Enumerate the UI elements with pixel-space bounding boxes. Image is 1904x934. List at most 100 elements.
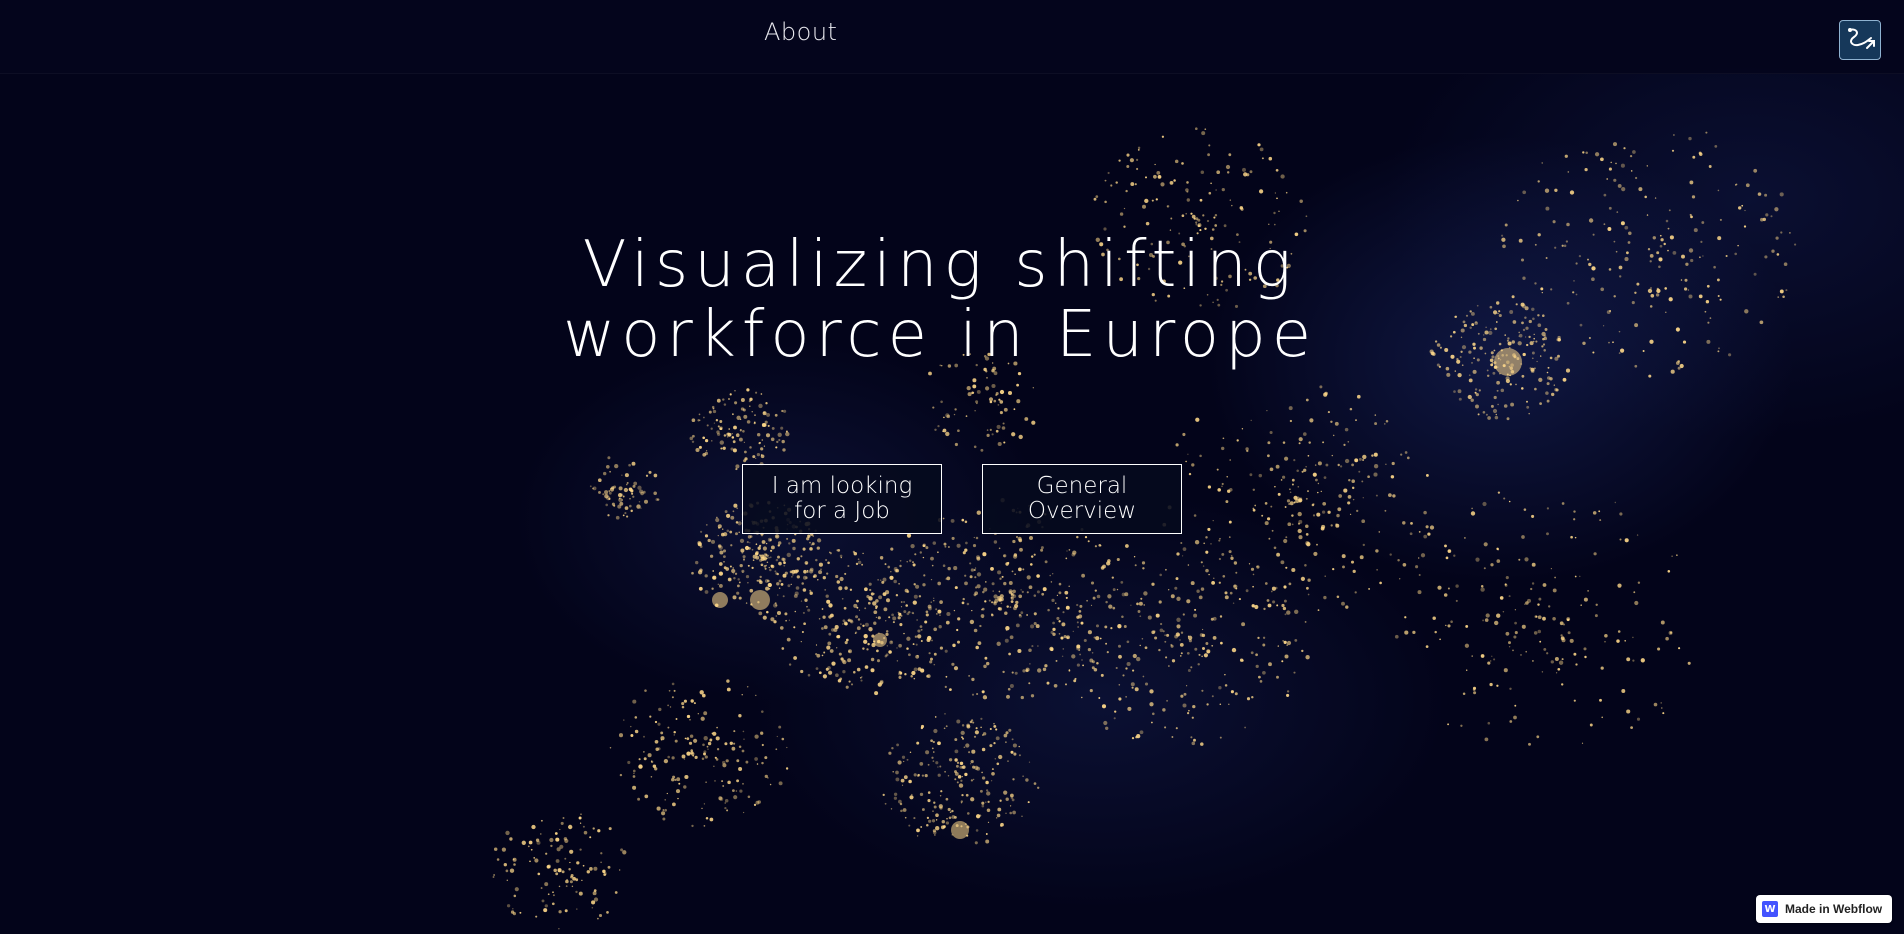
city-light (1617, 583, 1622, 588)
hero-title: Visualizing shifting workforce in Europe (460, 230, 1420, 370)
made-in-webflow-badge[interactable]: W Made in Webflow (1756, 895, 1892, 923)
city-light (847, 564, 850, 568)
city-light (1557, 667, 1561, 671)
city-light (1647, 248, 1651, 251)
city-light (1076, 535, 1079, 539)
city-light (1402, 521, 1406, 525)
city-light (1115, 181, 1118, 184)
city-light (965, 793, 969, 797)
city-light (607, 865, 611, 869)
city-light (1258, 473, 1263, 478)
city-light (774, 570, 777, 573)
city-light (1011, 671, 1014, 674)
city-light (961, 765, 965, 769)
city-light (754, 414, 756, 416)
city-light (931, 564, 934, 567)
city-light (937, 581, 942, 586)
city-light (1000, 822, 1004, 827)
city-light (736, 759, 740, 763)
city-light (1554, 388, 1558, 392)
city-light (774, 534, 780, 539)
city-light (1274, 192, 1277, 194)
city-light (1541, 162, 1543, 164)
city-light (1304, 564, 1307, 567)
city-light (1228, 703, 1230, 706)
city-light (746, 420, 751, 424)
city-light (935, 819, 938, 821)
city-light (1653, 702, 1658, 707)
city-light (1105, 600, 1108, 604)
city-light (947, 545, 950, 549)
city-light (1072, 630, 1074, 633)
city-light (707, 538, 711, 543)
city-light (1073, 679, 1077, 683)
city-light (997, 404, 1000, 406)
city-light (1151, 630, 1156, 635)
city-light (1557, 354, 1560, 358)
city-light (857, 560, 862, 565)
city-light (756, 432, 761, 437)
city-light (855, 615, 859, 619)
city-light (1472, 369, 1477, 374)
city-light (1513, 715, 1517, 720)
city-light (1561, 502, 1565, 505)
city-light (1083, 638, 1087, 643)
city-light (1042, 587, 1047, 592)
city-light (827, 561, 830, 565)
nav-about-link[interactable]: About (764, 18, 837, 46)
city-light (657, 722, 661, 726)
city-light (1626, 709, 1631, 714)
job-search-button[interactable]: I am looking for a Job (742, 464, 942, 534)
general-overview-button[interactable]: General Overview (982, 464, 1182, 534)
city-light (1544, 188, 1550, 193)
city-light (975, 727, 978, 730)
city-light (870, 592, 874, 596)
city-light (1262, 636, 1266, 639)
city-light (1579, 575, 1581, 577)
city-light (708, 410, 712, 414)
city-light (1007, 561, 1010, 565)
city-light (893, 792, 898, 796)
city-light (786, 637, 791, 642)
city-light (1064, 683, 1068, 686)
city-light (1704, 310, 1707, 313)
city-light (591, 906, 594, 909)
city-light (611, 502, 615, 506)
city-light (1600, 157, 1604, 162)
city-light (501, 847, 507, 852)
route-logo-icon[interactable] (1839, 20, 1881, 60)
city-light (1221, 485, 1223, 488)
city-light (996, 813, 1001, 818)
city-light (1307, 490, 1309, 493)
city-light (933, 663, 936, 666)
city-light (1737, 244, 1739, 247)
city-light (917, 773, 920, 777)
city-light (1151, 199, 1154, 202)
city-light (986, 791, 991, 796)
city-light (1572, 291, 1575, 294)
city-light (974, 410, 976, 412)
city-light (559, 844, 564, 849)
city-light (1453, 554, 1456, 557)
city-light (964, 520, 968, 524)
city-light (727, 432, 730, 436)
city-light (1502, 611, 1505, 613)
city-light (644, 794, 649, 799)
city-light (1230, 690, 1234, 694)
city-light (749, 588, 754, 593)
city-light (809, 567, 814, 572)
city-light (1319, 385, 1323, 389)
city-light (1052, 621, 1055, 625)
city-light (1212, 519, 1214, 522)
city-light (1298, 499, 1302, 503)
city-light (656, 806, 661, 811)
city-light (912, 643, 915, 646)
city-light (1183, 692, 1187, 696)
city-light (1494, 620, 1499, 626)
city-light (1518, 333, 1523, 338)
city-light (755, 800, 760, 805)
city-light (1190, 736, 1193, 739)
city-light (1282, 475, 1286, 479)
city-light (1490, 363, 1494, 367)
city-light (809, 547, 813, 551)
